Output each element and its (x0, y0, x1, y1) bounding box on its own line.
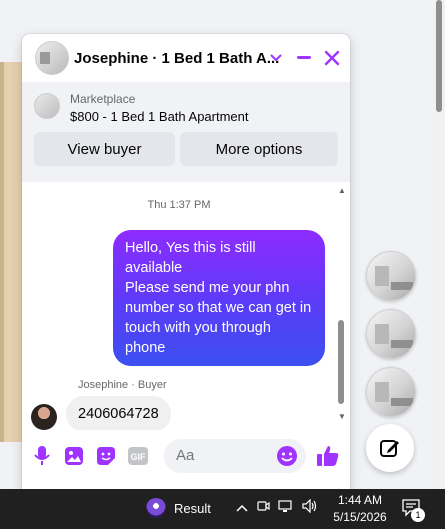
compose-icon (380, 440, 399, 457)
gif-label: GIF (131, 452, 147, 462)
message-composer: GIF (22, 430, 350, 490)
message-input[interactable] (174, 446, 278, 465)
photo-icon[interactable] (63, 445, 85, 467)
listing-title[interactable]: $800 - 1 Bed 1 Bath Apartment (70, 109, 249, 124)
chat-window: Josephine · 1 Bed 1 Bath A... Marketplac… (22, 34, 350, 490)
listing-avatar[interactable] (35, 41, 69, 75)
minimize-icon[interactable] (294, 48, 314, 68)
microphone-icon[interactable] (31, 445, 53, 467)
outgoing-message[interactable]: Hello, Yes this is still available Pleas… (113, 230, 325, 366)
page-scrollbar[interactable] (433, 0, 445, 489)
chat-head-2[interactable] (366, 309, 416, 359)
view-buyer-button[interactable]: View buyer (34, 132, 175, 166)
page-scrollbar-thumb[interactable] (436, 0, 442, 112)
windows-taskbar: Result 1:44 AM 5/15/2026 1 (0, 489, 445, 529)
taskbar-app-label: Result (174, 500, 211, 516)
system-tray (236, 498, 318, 516)
message-list: Thu 1:37 PM Hello, Yes this is still ava… (22, 182, 350, 432)
message-input-box[interactable] (164, 439, 306, 473)
scroll-up-arrow-icon[interactable]: ▲ (338, 186, 346, 195)
scroll-down-arrow-icon[interactable]: ▼ (338, 412, 346, 421)
listing-thumbnail[interactable] (34, 93, 60, 119)
message-timestamp: Thu 1:37 PM (147, 199, 211, 211)
incoming-message[interactable]: 2406064728 (66, 396, 171, 432)
taskbar-clock[interactable]: 1:44 AM 5/15/2026 (330, 492, 390, 526)
emoji-icon[interactable] (276, 445, 298, 467)
close-icon[interactable] (322, 48, 342, 68)
sender-name: Josephine · Buyer (78, 379, 167, 391)
clock-date: 5/15/2026 (333, 510, 387, 524)
clock-time: 1:44 AM (337, 493, 383, 507)
marketplace-label: Marketplace (70, 92, 136, 106)
marketplace-banner: Marketplace $800 - 1 Bed 1 Bath Apartmen… (22, 82, 350, 182)
volume-icon[interactable] (302, 498, 318, 516)
chevron-down-icon[interactable] (266, 48, 286, 68)
notification-badge: 1 (411, 508, 425, 522)
chat-title[interactable]: Josephine · 1 Bed 1 Bath A... (74, 50, 279, 67)
app-logo-icon (146, 498, 166, 518)
chevron-up-icon[interactable] (236, 500, 248, 515)
camera-icon[interactable] (256, 499, 270, 516)
message-scrollbar[interactable]: ▲ ▼ (338, 186, 346, 421)
taskbar-app-result[interactable]: Result (146, 498, 211, 518)
sticker-icon[interactable] (95, 445, 117, 467)
chat-head-3[interactable] (366, 367, 416, 417)
message-scrollbar-thumb[interactable] (338, 320, 344, 404)
chat-head-1[interactable] (366, 251, 416, 301)
network-icon[interactable] (278, 499, 294, 516)
buyer-avatar[interactable] (31, 404, 57, 430)
gif-icon[interactable]: GIF (127, 445, 149, 467)
background-listing-photo (0, 62, 22, 442)
thumbs-up-icon[interactable] (316, 445, 340, 467)
more-options-button[interactable]: More options (180, 132, 338, 166)
chat-header: Josephine · 1 Bed 1 Bath A... (22, 34, 350, 83)
new-message-button[interactable] (366, 424, 414, 472)
